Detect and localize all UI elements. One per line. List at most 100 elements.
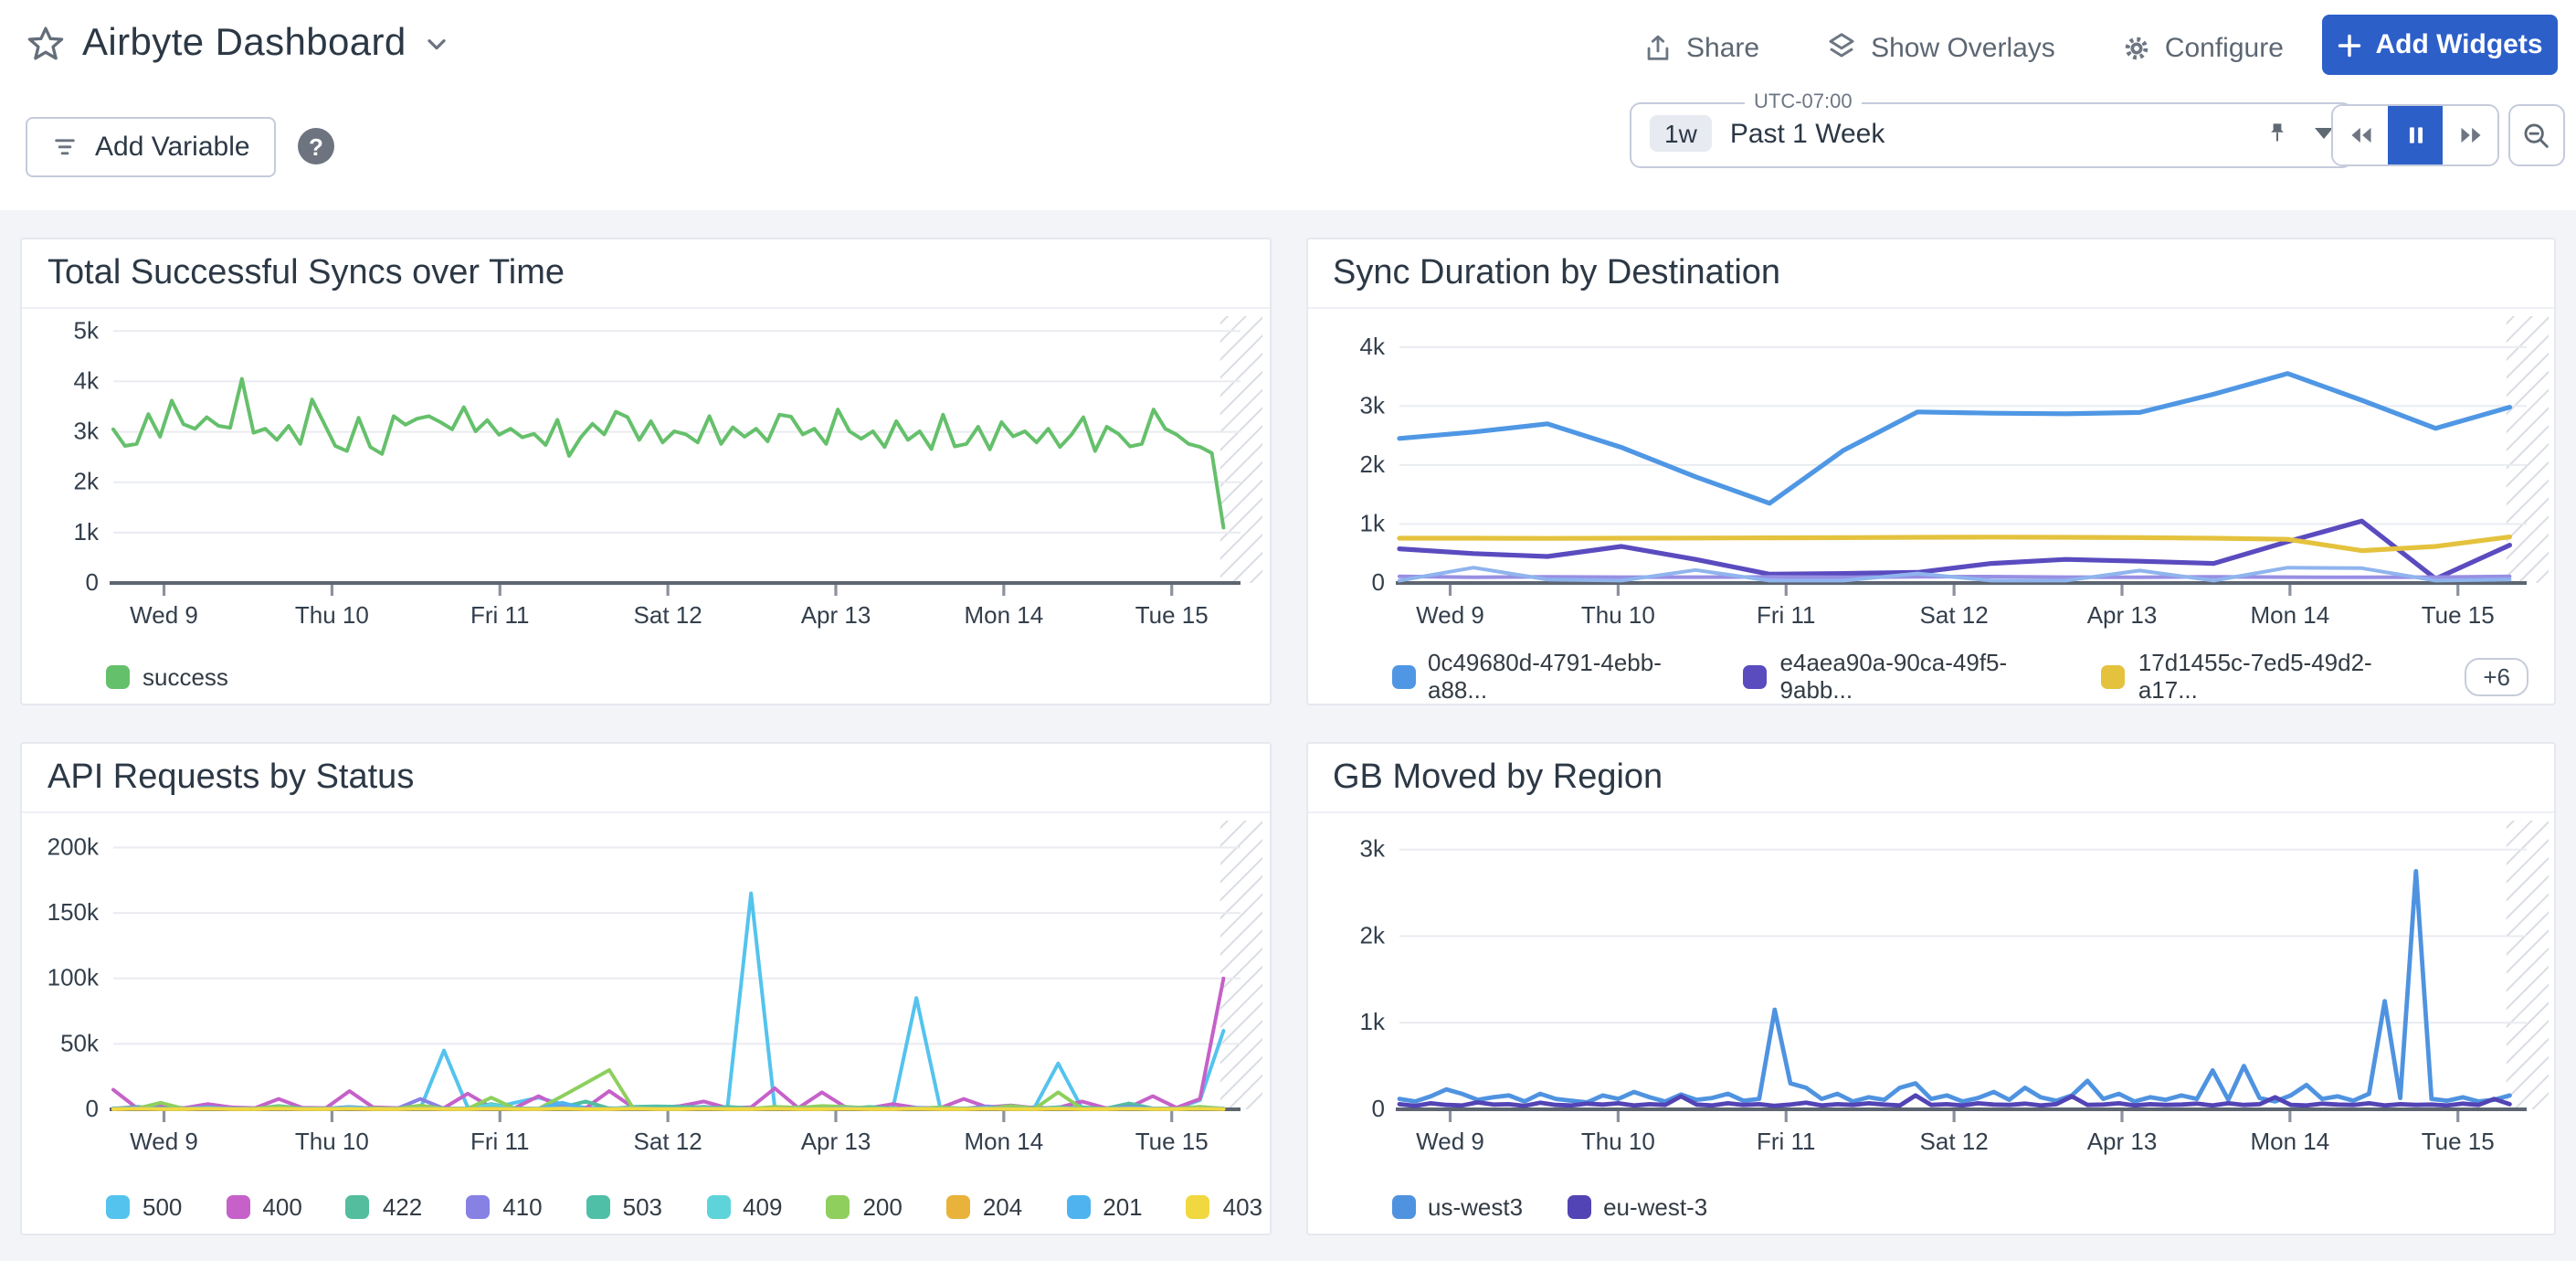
- legend-label: 0c49680d-4791-4ebb-a88...: [1428, 649, 1700, 704]
- svg-text:2k: 2k: [74, 468, 100, 495]
- svg-text:Wed 9: Wed 9: [130, 1128, 198, 1155]
- legend-label: eu-west-3: [1603, 1192, 1707, 1220]
- svg-text:Wed 9: Wed 9: [1415, 1128, 1483, 1155]
- widget-grid: Total Successful Syncs over Time 5k4k3k2…: [0, 210, 2576, 1235]
- legend-item[interactable]: 409: [706, 1192, 782, 1220]
- plus-icon: [2337, 32, 2362, 58]
- svg-text:3k: 3k: [1359, 835, 1385, 863]
- add-widgets-label: Add Widgets: [2375, 29, 2542, 60]
- legend-label: 403: [1223, 1192, 1262, 1220]
- show-overlays-button[interactable]: Show Overlays: [1825, 31, 2055, 64]
- rewind-icon: [2347, 122, 2374, 148]
- show-overlays-label: Show Overlays: [1871, 32, 2055, 63]
- time-range-row: 1w Past 1 Week: [1650, 110, 2333, 157]
- help-icon[interactable]: ?: [298, 128, 334, 164]
- widget-api-requests-by-status: API Requests by Status 200k150k100k50k0W…: [20, 742, 1271, 1235]
- line-chart-api-requests[interactable]: 200k150k100k50k0Wed 9Thu 10Fri 11Sat 12A…: [22, 813, 1266, 1175]
- svg-text:Mon 14: Mon 14: [964, 1128, 1043, 1155]
- svg-text:0: 0: [1371, 1095, 1384, 1122]
- legend-item[interactable]: 0c49680d-4791-4ebb-a88...: [1391, 649, 1700, 704]
- legend-item[interactable]: eu-west-3: [1567, 1192, 1707, 1220]
- svg-text:3k: 3k: [74, 418, 100, 445]
- time-range-badge: 1w: [1650, 115, 1712, 152]
- line-chart-sync-duration[interactable]: 4k3k2k1k0Wed 9Thu 10Fri 11Sat 12Apr 13Mo…: [1307, 309, 2551, 645]
- legend-item[interactable]: 17d1455c-7ed5-49d2-a17...: [2102, 649, 2411, 704]
- svg-text:Wed 9: Wed 9: [1415, 601, 1483, 629]
- legend-label: 409: [743, 1192, 782, 1220]
- svg-text:150k: 150k: [48, 898, 100, 926]
- legend-label: 201: [1103, 1192, 1142, 1220]
- svg-text:Thu 10: Thu 10: [295, 1128, 369, 1155]
- svg-text:5k: 5k: [74, 316, 100, 344]
- pin-icon[interactable]: [2264, 119, 2291, 148]
- line-chart-total-successful-syncs[interactable]: 5k4k3k2k1k0Wed 9Thu 10Fri 11Sat 12Apr 13…: [22, 309, 1266, 645]
- svg-text:Thu 10: Thu 10: [295, 601, 369, 629]
- add-widgets-button[interactable]: Add Widgets: [2322, 15, 2558, 75]
- legend-color-chip: [2102, 664, 2126, 688]
- time-shift-controls: [2331, 104, 2499, 166]
- svg-text:Apr 13: Apr 13: [801, 1128, 871, 1155]
- add-variable-button[interactable]: Add Variable: [26, 117, 276, 177]
- legend-item[interactable]: success: [106, 662, 228, 690]
- legend-color-chip: [586, 1194, 610, 1218]
- legend-label: 410: [502, 1192, 542, 1220]
- configure-label: Configure: [2165, 32, 2284, 63]
- legend-label: 400: [262, 1192, 301, 1220]
- time-pause-button[interactable]: [2388, 106, 2443, 164]
- widget-total-successful-syncs: Total Successful Syncs over Time 5k4k3k2…: [20, 238, 1271, 705]
- svg-text:Mon 14: Mon 14: [2249, 1128, 2328, 1155]
- legend-label: e4aea90a-90ca-49f5-9abb...: [1780, 649, 2058, 704]
- svg-text:100k: 100k: [48, 964, 100, 991]
- legend-item[interactable]: 204: [946, 1192, 1022, 1220]
- legend-item[interactable]: 403: [1187, 1192, 1262, 1220]
- legend-overflow-button[interactable]: +6: [2465, 657, 2528, 695]
- svg-text:Apr 13: Apr 13: [2086, 1128, 2157, 1155]
- star-icon[interactable]: [26, 24, 66, 64]
- svg-text:1k: 1k: [74, 518, 100, 546]
- svg-text:Sat 12: Sat 12: [1919, 1128, 1988, 1155]
- share-button[interactable]: Share: [1642, 32, 1759, 63]
- legend-label: 500: [143, 1192, 182, 1220]
- zoom-out-button[interactable]: [2508, 104, 2565, 166]
- legend-item[interactable]: e4aea90a-90ca-49f5-9abb...: [1744, 649, 2058, 704]
- svg-text:Apr 13: Apr 13: [801, 601, 871, 629]
- legend-item[interactable]: 200: [826, 1192, 902, 1220]
- svg-text:Sat 12: Sat 12: [634, 1128, 702, 1155]
- line-chart-gb-moved[interactable]: 3k2k1k0Wed 9Thu 10Fri 11Sat 12Apr 13Mon …: [1307, 813, 2551, 1175]
- legend-item[interactable]: 503: [586, 1192, 662, 1220]
- legend-item[interactable]: 422: [346, 1192, 422, 1220]
- time-rewind-button[interactable]: [2333, 106, 2388, 164]
- legend-item[interactable]: 400: [226, 1192, 301, 1220]
- time-range-controls: [2264, 119, 2333, 148]
- legend-color-chip: [706, 1194, 730, 1218]
- svg-text:50k: 50k: [60, 1029, 100, 1056]
- legend-color-chip: [1066, 1194, 1090, 1218]
- legend-color-chip: [1391, 1194, 1415, 1218]
- svg-text:Thu 10: Thu 10: [1580, 1128, 1654, 1155]
- time-range-picker[interactable]: UTC-07:00 1w Past 1 Week: [1630, 91, 2353, 168]
- legend-label: 422: [383, 1192, 422, 1220]
- svg-text:2k: 2k: [1359, 921, 1385, 948]
- title-chevron-down-icon[interactable]: [423, 29, 452, 58]
- configure-button[interactable]: Configure: [2121, 32, 2284, 63]
- svg-text:200k: 200k: [48, 832, 100, 860]
- legend-label: 200: [862, 1192, 902, 1220]
- svg-text:0: 0: [86, 568, 99, 596]
- forward-icon: [2456, 122, 2484, 148]
- legend-label: 204: [983, 1192, 1022, 1220]
- widget-title: GB Moved by Region: [1307, 744, 2554, 813]
- svg-text:Thu 10: Thu 10: [1580, 601, 1654, 629]
- header-actions: Share Show Overlays Conf: [1642, 0, 2284, 95]
- chart-legend: us-west3 eu-west-3: [1307, 1175, 2554, 1234]
- legend-item[interactable]: 500: [106, 1192, 182, 1220]
- legend-item[interactable]: us-west3: [1391, 1192, 1523, 1220]
- legend-label: success: [143, 662, 228, 690]
- share-label: Share: [1686, 32, 1759, 63]
- legend-item[interactable]: 410: [466, 1192, 542, 1220]
- svg-text:Sat 12: Sat 12: [1919, 601, 1988, 629]
- time-dropdown-caret-icon[interactable]: [2315, 128, 2333, 139]
- svg-text:Wed 9: Wed 9: [130, 601, 198, 629]
- legend-item[interactable]: 201: [1066, 1192, 1142, 1220]
- legend-label: us-west3: [1428, 1192, 1523, 1220]
- time-forward-button[interactable]: [2443, 106, 2497, 164]
